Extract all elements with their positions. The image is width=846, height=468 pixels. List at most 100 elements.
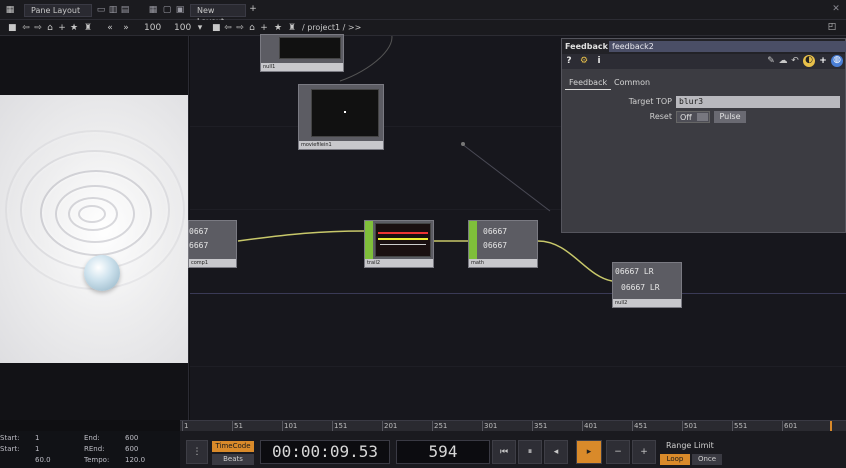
rstart-value[interactable]: 1: [35, 445, 39, 454]
forward2-icon[interactable]: ⇨: [236, 23, 244, 33]
python-icon[interactable]: ⚙: [577, 56, 591, 66]
tab-feedback[interactable]: Feedback: [565, 76, 612, 90]
node-moviefilein1-label: moviefilein1: [299, 141, 383, 149]
ripple-render-image: [0, 95, 188, 363]
fast-forward-icon[interactable]: »: [120, 23, 132, 33]
palette-icon[interactable]: ◐: [803, 55, 815, 67]
star-icon[interactable]: ★: [70, 23, 78, 33]
edit-icon[interactable]: ✎: [766, 56, 776, 66]
stop-icon[interactable]: ■: [8, 23, 17, 33]
layout-quad-icon[interactable]: ▦: [148, 5, 158, 15]
layout-split-v-icon[interactable]: ▤: [120, 5, 130, 15]
transport-menu-button[interactable]: ⋮: [186, 440, 208, 464]
dropdown-icon[interactable]: ▾: [196, 23, 204, 33]
breadcrumb[interactable]: / project1 / >>: [302, 23, 361, 32]
node-null2-line2: 06667 LR: [621, 283, 660, 292]
node-math[interactable]: 06667 06667 math: [468, 220, 538, 268]
node-null1-label: null1: [261, 63, 343, 71]
rewind-icon[interactable]: «: [104, 23, 116, 33]
end-value[interactable]: 600: [125, 434, 138, 443]
target-top-field[interactable]: blur3: [676, 96, 840, 108]
loop-button[interactable]: Loop: [660, 454, 690, 465]
transport-bar: ⋮ TimeCode Beats 00:00:09.53 594 ⏮ ⏸ ◂ ▸…: [180, 431, 846, 468]
back2-icon[interactable]: ⇦: [224, 23, 232, 33]
add-icon[interactable]: +: [58, 23, 66, 33]
op-type: Feedback: [565, 42, 608, 51]
op-name-field[interactable]: feedback2: [609, 41, 846, 52]
node-comp1-line2: 6667: [189, 241, 209, 250]
home-icon[interactable]: ⌂: [46, 23, 54, 33]
start-label: Start:: [0, 434, 20, 442]
start-value[interactable]: 1: [35, 434, 39, 443]
node-comp1-line1: 0667: [189, 227, 209, 236]
home2-icon[interactable]: ⌂: [248, 23, 256, 33]
node-moviefilein1[interactable]: moviefilein1: [298, 84, 384, 150]
layout-single-icon[interactable]: ▢: [162, 5, 172, 15]
step-back-button[interactable]: ◂: [544, 440, 568, 464]
network-toolbar: ■ ⇦ ⇨ ⌂ + ★ ♜ « » 100 100 ▾ ■ ⇦ ⇨ ⌂ + ★ …: [0, 20, 846, 36]
rstart-label: Start:: [0, 445, 20, 453]
node-null2[interactable]: 06667 LR 06667 LR null2: [612, 262, 682, 308]
node-trail2[interactable]: trail2: [364, 220, 434, 268]
pause-button[interactable]: ⏸: [518, 440, 542, 464]
viewer-pane[interactable]: [0, 36, 189, 420]
info-icon[interactable]: i: [595, 56, 603, 66]
node-comp1-label: comp1: [189, 259, 236, 267]
panel-icon-bar: ? ⚙ i ✎ ☁ ↶ ◐ + ◍: [562, 54, 845, 69]
rend-label: REnd:: [84, 445, 105, 453]
range-limit-label: Range Limit: [666, 441, 714, 450]
panel-tabs: Feedback Common: [562, 76, 845, 90]
maximize-icon[interactable]: ◰: [826, 22, 838, 32]
end-label: End:: [84, 434, 100, 442]
help-icon[interactable]: ?: [565, 56, 573, 66]
bookmark2-icon[interactable]: ♜: [288, 23, 296, 33]
tab-new-layout[interactable]: New Layout: [190, 4, 246, 26]
node-trail2-label: trail2: [365, 259, 433, 267]
zoom-right-icon: 100: [174, 23, 192, 33]
reset-toggle-value: Off: [680, 113, 692, 122]
once-button[interactable]: Once: [692, 454, 722, 465]
node-null2-label: null2: [613, 299, 681, 307]
tab-common[interactable]: Common: [610, 76, 654, 90]
tempo-value[interactable]: 120.0: [125, 456, 145, 465]
forward-icon[interactable]: ⇨: [34, 23, 42, 33]
beats-button[interactable]: Beats: [212, 454, 254, 465]
node-null1[interactable]: null1: [260, 34, 344, 72]
back-icon[interactable]: ⇦: [22, 23, 30, 33]
node-math-line1: 06667: [483, 227, 508, 236]
rend-value[interactable]: 600: [125, 445, 138, 454]
layout-grid-icon[interactable]: ▦: [4, 5, 16, 15]
timeline-ruler[interactable]: 1 51 101 151 201 251 301 351 401 451 501 551 601: [180, 420, 846, 432]
pulse-button[interactable]: Pulse: [714, 111, 746, 123]
add-param-icon[interactable]: +: [818, 56, 828, 66]
timecode-button[interactable]: TimeCode: [212, 441, 254, 452]
bookmark-icon[interactable]: ♜: [84, 23, 92, 33]
step-back-frame-button[interactable]: −: [606, 440, 630, 464]
reset-toggle[interactable]: Off: [676, 111, 710, 123]
sphere: [84, 255, 120, 291]
fps-value[interactable]: 60.0: [35, 456, 51, 465]
tab-pane-layout[interactable]: Pane Layout: [24, 4, 92, 17]
go-to-start-button[interactable]: ⏮: [492, 440, 516, 464]
comment-icon[interactable]: ☁: [778, 56, 788, 66]
node-null2-line1: 06667 LR: [615, 267, 654, 276]
add2-icon[interactable]: +: [260, 23, 268, 33]
star2-icon[interactable]: ★: [274, 23, 282, 33]
top-bar: ▦ Pane Layout ▭ ▥ ▤ ▦ ▢ ▣ New Layout + ✕: [0, 0, 846, 26]
node-comp1[interactable]: 0667 6667 comp1: [188, 220, 237, 268]
undo-icon[interactable]: ↶: [790, 56, 800, 66]
layout-split-icon[interactable]: ▭: [96, 5, 106, 15]
timecode-display[interactable]: 00:00:09.53: [260, 440, 390, 464]
node-math-label: math: [469, 259, 537, 267]
panel-header: Feedback feedback2: [562, 39, 846, 54]
close-icon[interactable]: ✕: [830, 4, 842, 14]
globe-icon[interactable]: ◍: [831, 55, 843, 67]
step-forward-frame-button[interactable]: +: [632, 440, 656, 464]
play-button[interactable]: ▸: [576, 440, 602, 464]
add-layout-icon[interactable]: +: [248, 4, 258, 14]
stop2-icon[interactable]: ■: [212, 23, 221, 33]
layout-split-h-icon[interactable]: ▥: [108, 5, 118, 15]
frame-display[interactable]: 594: [396, 440, 490, 464]
tempo-label: Tempo:: [84, 456, 110, 464]
layout-full-icon[interactable]: ▣: [175, 5, 185, 15]
